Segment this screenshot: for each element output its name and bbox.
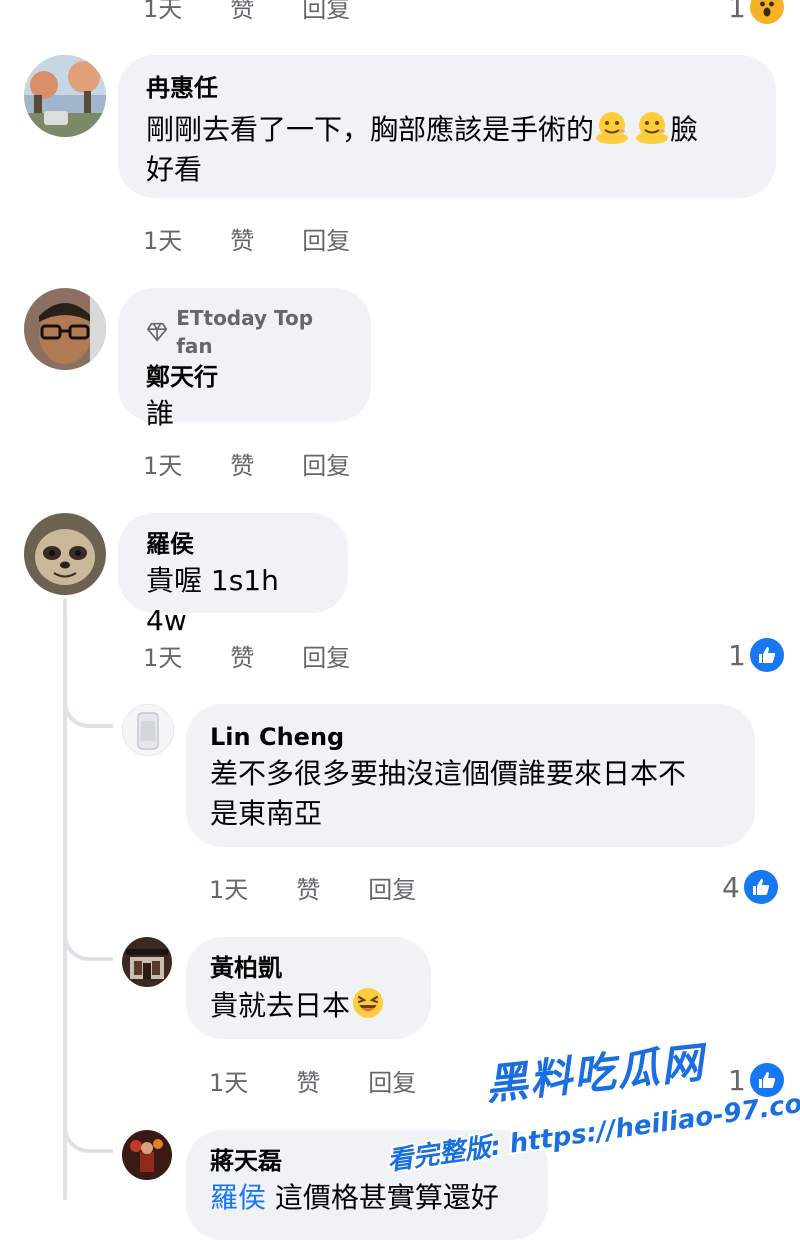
commenter-name[interactable]: 黃柏凱: [210, 951, 403, 985]
comment-actions: 1天 赞 回复: [143, 224, 350, 258]
melting-face-emoji: [596, 112, 629, 144]
avatar[interactable]: [122, 1130, 172, 1180]
reply-button[interactable]: 回复: [302, 641, 350, 675]
comment-time[interactable]: 1天: [143, 0, 182, 26]
avatar[interactable]: [24, 288, 106, 370]
reply-bubble: Lin Cheng 差不多很多要抽沒這個價誰要來日本不 是東南亞: [186, 704, 755, 847]
commenter-name[interactable]: 冉惠任: [146, 71, 748, 105]
comment-text: 誰: [146, 397, 175, 430]
reaction-summary[interactable]: 4: [722, 868, 780, 906]
reply-button[interactable]: 回复: [302, 449, 350, 483]
wow-reaction-icon: [747, 0, 786, 26]
avatar[interactable]: [122, 937, 172, 987]
comment-text-line: 剛剛去看了一下，胸部應該是手術的: [146, 113, 595, 146]
comment-text: 貴喔 1s1h 4w: [146, 564, 279, 637]
comment-actions: 1天 赞 回复: [143, 641, 350, 675]
comment-time[interactable]: 1天: [143, 224, 182, 258]
avatar[interactable]: [122, 704, 174, 756]
commenter-name[interactable]: Lin Cheng: [210, 720, 727, 754]
comment-time[interactable]: 1天: [143, 641, 182, 675]
top-fan-badge: ETtoday Top fan: [146, 304, 343, 360]
comment-text: 羅侯 這價格甚實算還好: [210, 1178, 520, 1218]
comment-text-line: 這價格甚實算還好: [266, 1181, 499, 1214]
mention-link[interactable]: 羅侯: [210, 1181, 266, 1214]
thread-elbow: [63, 925, 113, 961]
comment-text-line: 是東南亞: [210, 797, 323, 830]
like-button[interactable]: 赞: [296, 873, 320, 907]
laughing-face-emoji: [353, 988, 384, 1018]
diamond-icon: [147, 322, 168, 342]
reply-button[interactable]: 回复: [302, 0, 350, 26]
comment-text-line: 貴就去日本: [210, 989, 351, 1022]
avatar[interactable]: [24, 55, 106, 137]
comment-bubble: 羅侯 貴喔 1s1h 4w: [118, 513, 348, 637]
thread-line: [63, 598, 67, 1200]
comment-time[interactable]: 1天: [209, 1066, 248, 1100]
like-reaction-icon: [747, 636, 786, 674]
melting-face-emoji: [636, 112, 669, 144]
comment-text: 剛剛去看了一下，胸部應該是手術的 臉: [146, 109, 748, 150]
badge-label: ETtoday Top fan: [176, 306, 314, 358]
comment-actions: 1天 赞 回复: [209, 1066, 416, 1100]
avatar[interactable]: [24, 513, 106, 595]
like-button[interactable]: 赞: [230, 641, 254, 675]
commenter-name[interactable]: 羅侯: [146, 527, 320, 561]
reaction-summary[interactable]: 1: [728, 0, 786, 26]
comment-time[interactable]: 1天: [143, 449, 182, 483]
reaction-count: 4: [722, 870, 740, 904]
reaction-count: 1: [728, 638, 746, 672]
comment-text-line: 臉: [670, 113, 699, 146]
like-button[interactable]: 赞: [296, 1066, 320, 1100]
comment-text: 貴就去日本: [210, 985, 403, 1026]
thread-elbow: [63, 1117, 113, 1153]
reply-button[interactable]: 回复: [368, 873, 416, 907]
like-button[interactable]: 赞: [230, 449, 254, 483]
like-button[interactable]: 赞: [230, 224, 254, 258]
reaction-summary[interactable]: 1: [728, 636, 786, 674]
reply-button[interactable]: 回复: [368, 1066, 416, 1100]
reply-bubble: 黃柏凱 貴就去日本: [186, 937, 431, 1039]
comment-time[interactable]: 1天: [209, 873, 248, 907]
thread-elbow: [63, 692, 113, 728]
comment-actions: 1天 赞 回复: [209, 873, 416, 907]
comment-actions: 1天 赞 回复: [143, 0, 350, 26]
reply-button[interactable]: 回复: [302, 224, 350, 258]
comment-text-line: 好看: [146, 153, 203, 186]
comment-text-line: 差不多很多要抽沒這個價誰要來日本不: [210, 757, 687, 790]
like-reaction-icon: [741, 868, 780, 906]
comment-bubble: ETtoday Top fan 鄭天行 誰: [118, 288, 371, 430]
comment-actions: 1天 赞 回复: [143, 449, 350, 483]
commenter-name[interactable]: 鄭天行: [146, 360, 343, 394]
reaction-count: 1: [728, 0, 746, 24]
comment-bubble: 冉惠任 剛剛去看了一下，胸部應該是手術的 臉 好看: [118, 55, 776, 198]
like-button[interactable]: 赞: [230, 0, 254, 26]
